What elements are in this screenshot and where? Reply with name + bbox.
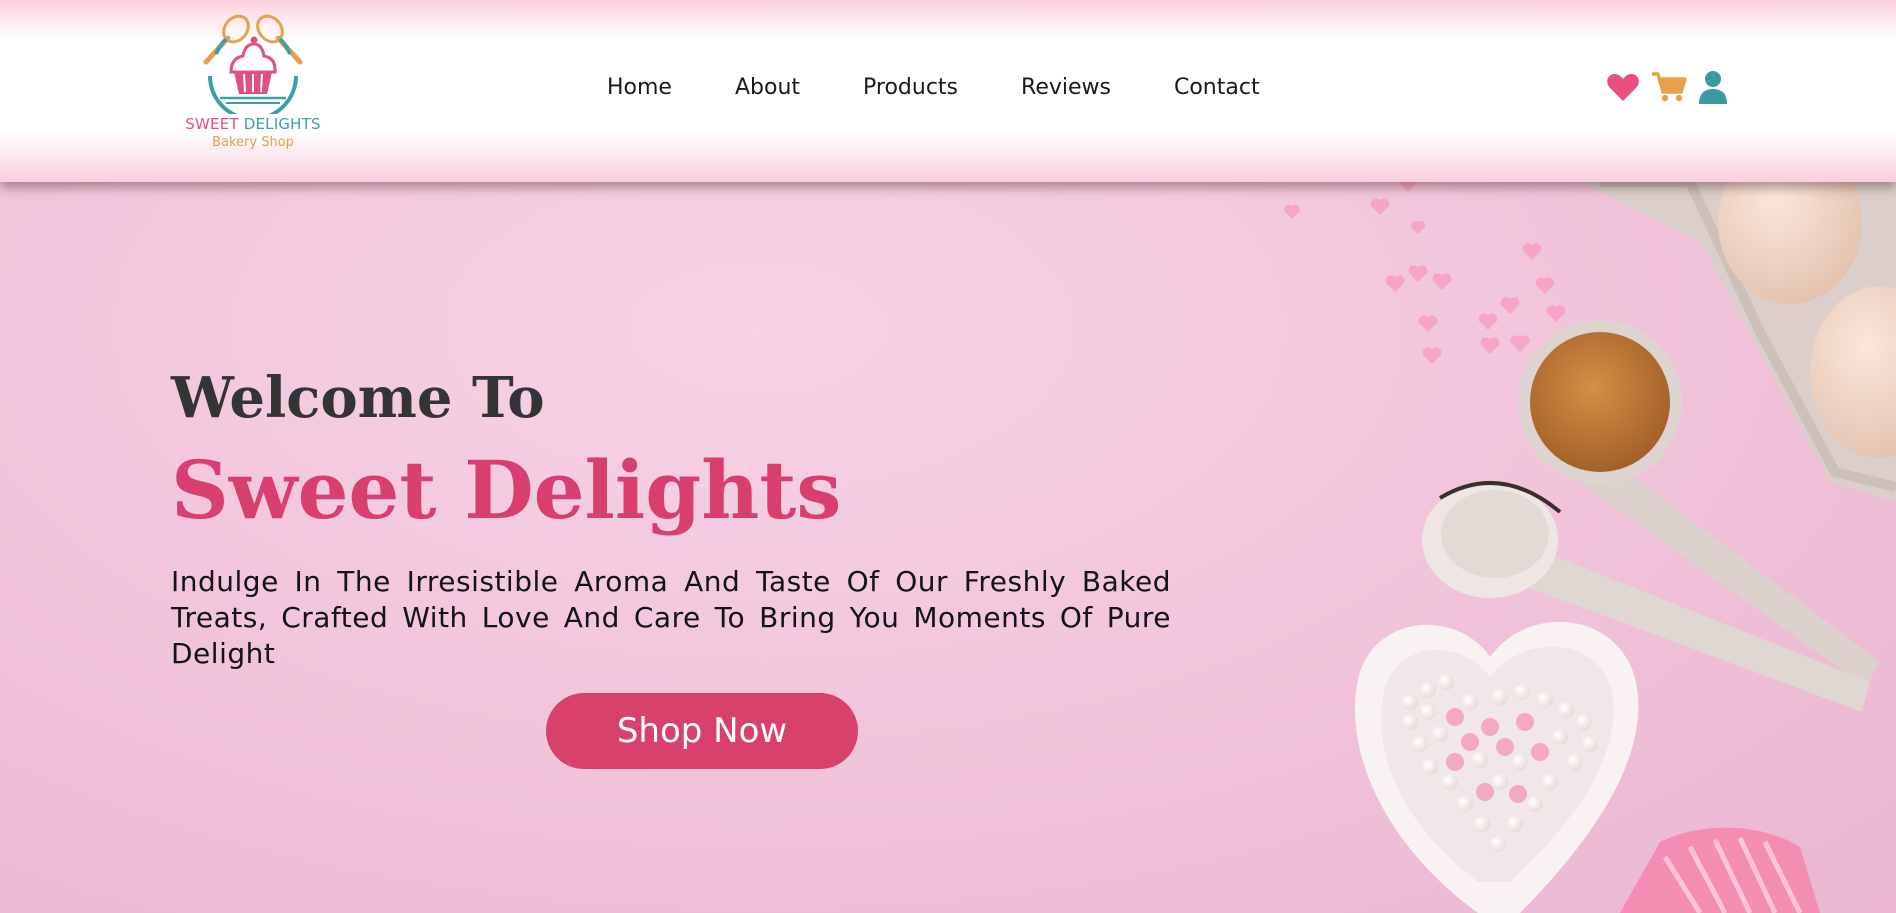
main-nav: Home About Products Reviews Contact xyxy=(607,73,1260,103)
nav-products[interactable]: Products xyxy=(863,73,958,103)
nav-contact[interactable]: Contact xyxy=(1174,73,1260,103)
heart-icon[interactable] xyxy=(1606,71,1640,103)
baking-ingredients-image xyxy=(1283,182,1896,913)
hero-section: Welcome To Sweet Delights Indulge In The… xyxy=(0,182,1896,913)
hero-description: Indulge In The Irresistible Aroma And Ta… xyxy=(171,565,1171,670)
user-icon[interactable] xyxy=(1698,70,1728,104)
hero-brand-heading: Sweet Delights xyxy=(171,443,842,537)
logo-text: SWEET DELIGHTS xyxy=(185,115,321,133)
brand-logo[interactable]: SWEET DELIGHTS Bakery Shop xyxy=(176,14,330,154)
site-header: SWEET DELIGHTS Bakery Shop Home About Pr… xyxy=(0,0,1896,182)
cart-icon[interactable] xyxy=(1651,71,1687,103)
logo-subtitle: Bakery Shop xyxy=(212,135,294,150)
shop-now-button[interactable]: Shop Now xyxy=(546,693,858,769)
nav-about[interactable]: About xyxy=(735,73,800,103)
nav-home[interactable]: Home xyxy=(607,73,672,103)
cupcake-whisk-logo-icon xyxy=(203,14,303,114)
header-actions xyxy=(1606,70,1728,104)
hero-welcome-heading: Welcome To xyxy=(171,365,545,431)
nav-reviews[interactable]: Reviews xyxy=(1021,73,1111,103)
